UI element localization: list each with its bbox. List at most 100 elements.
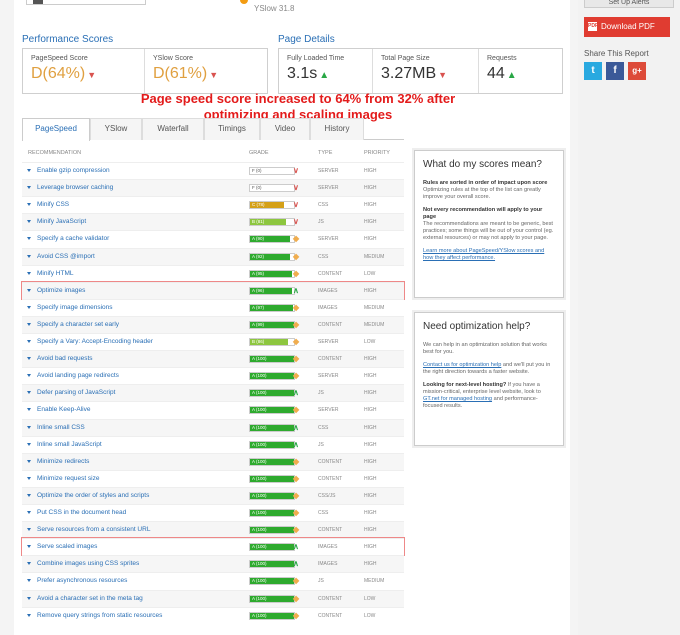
table-row[interactable]: Avoid landing page redirects A (100) ◆ SERV… [22,367,404,384]
expand-caret-icon[interactable] [27,305,31,309]
recommendation-name[interactable]: Avoid a character set in the meta tag [37,595,143,602]
table-row[interactable]: Leverage browser caching F (0) ∨ SERVER HIGH [22,179,404,197]
table-row[interactable]: Avoid a character set in the meta tag A (… [22,589,404,607]
recommendation-name[interactable]: Enable Keep-Alive [37,406,90,413]
recommendation-name[interactable]: Defer parsing of JavaScript [37,389,115,396]
table-row[interactable]: Prefer asynchronous resources A (100) ◆ JS M… [22,572,404,589]
expand-caret-icon[interactable] [27,288,31,292]
table-row[interactable]: Specify a character set early A (99) ◆ CONT… [22,315,404,333]
chevron-up-icon: ∧ [293,559,299,569]
expand-caret-icon[interactable] [27,237,31,241]
expand-caret-icon[interactable] [27,254,31,258]
set-up-alerts-button[interactable]: Set Up Alerts [584,0,674,8]
expand-caret-icon[interactable] [27,322,31,326]
expand-caret-icon[interactable] [27,493,31,497]
google-plus-icon[interactable]: g+ [628,62,646,80]
recommendation-name[interactable]: Optimize the order of styles and scripts [37,492,149,499]
tab-timings[interactable]: Timings [204,118,260,140]
expand-caret-icon[interactable] [27,545,31,549]
table-row[interactable]: Remove query strings from static resourc… [22,606,404,624]
recommendation-name[interactable]: Specify a cache validator [37,235,109,242]
table-row[interactable]: Minimize redirects A (100) ◆ CONTENT HIGH [22,452,404,470]
table-row[interactable]: Avoid CSS @import A (92) ◆ CSS MEDIUM [22,247,404,265]
expand-caret-icon[interactable] [27,425,31,429]
tab-video[interactable]: Video [260,118,310,140]
expand-caret-icon[interactable] [27,442,31,446]
download-pdf-button[interactable]: PDF Download PDF [584,17,670,37]
tab-history[interactable]: History [310,118,364,140]
expand-caret-icon[interactable] [27,613,31,617]
expand-caret-icon[interactable] [27,391,31,395]
recommendation-name[interactable]: Leverage browser caching [37,184,113,191]
facebook-icon[interactable]: f [606,62,624,80]
recommendation-name[interactable]: Specify a Vary: Accept-Encoding header [37,338,153,345]
expand-caret-icon[interactable] [27,186,31,190]
expand-caret-icon[interactable] [27,511,31,514]
expand-caret-icon[interactable] [27,476,31,480]
table-row[interactable]: Put CSS in the document head A (100) ◆ CSS H… [22,504,404,521]
expand-caret-icon[interactable] [27,374,31,378]
table-row[interactable]: Minify HTML A (95) ◆ CONTENT LOW [22,264,404,282]
recommendation-name[interactable]: Minify CSS [37,201,69,208]
expand-caret-icon[interactable] [27,528,31,532]
table-row[interactable]: Inline small JavaScript A (100) ∧ JS HIGH [22,435,404,453]
expand-caret-icon[interactable] [27,459,31,463]
recommendation-name[interactable]: Avoid landing page redirects [37,372,119,379]
expand-caret-icon[interactable] [27,408,31,412]
table-row[interactable]: Optimize the order of styles and scripts… [22,486,404,504]
table-row[interactable]: Minify CSS C (78) ∨ CSS HIGH [22,196,404,213]
table-row[interactable]: Combine images using CSS sprites A (100) ∧… [22,555,404,573]
expand-caret-icon[interactable] [27,562,31,566]
table-row[interactable]: Minify JavaScript B (81) ∨ JS HIGH [22,213,404,231]
table-row[interactable]: Enable Keep-Alive A (100) ◆ SERVER HIGH [22,401,404,418]
recommendation-name[interactable]: Specify image dimensions [37,304,113,311]
recommendation-name[interactable]: Inline small JavaScript [37,441,102,448]
recommendation-name[interactable]: Minify JavaScript [37,218,86,225]
table-row[interactable]: Avoid bad requests A (100) ◆ CONTENT HIGH [22,350,404,368]
grade-text: A (100) [252,475,267,481]
chevron-down-icon: ∨ [293,166,299,175]
recommendation-name[interactable]: Minimize request size [37,475,100,482]
tab-pagespeed[interactable]: PageSpeed [22,118,90,141]
recommendation-name[interactable]: Serve resources from a consistent URL [37,526,150,533]
recommendation-name[interactable]: Put CSS in the document head [37,509,126,516]
table-row[interactable]: Defer parsing of JavaScript A (100) ∧ JS HIG… [22,384,404,402]
diamond-icon: ◆ [293,405,300,415]
recommendation-name[interactable]: Avoid bad requests [37,355,93,362]
table-row[interactable]: Serve scaled images A (100) ∧ IMAGES HIGH [21,537,405,557]
table-row[interactable]: Specify a Vary: Accept-Encoding header B … [22,333,404,350]
expand-caret-icon[interactable] [27,203,31,207]
expand-caret-icon[interactable] [27,579,31,583]
recommendation-name[interactable]: Prefer asynchronous resources [37,577,127,584]
table-row[interactable]: Serve resources from a consistent URL A (… [22,521,404,539]
recommendation-name[interactable]: Enable gzip compression [37,167,110,174]
table-row[interactable]: Optimize images A (96) ∧ IMAGES HIGH [21,280,405,300]
recommendation-name[interactable]: Minimize redirects [37,458,89,465]
recommendation-name[interactable]: Specify a character set early [37,321,119,328]
contact-us-link[interactable]: Contact us for optimization help [423,362,501,368]
table-row[interactable]: Minimize request size A (100) ◆ CONTENT HIGH [22,469,404,487]
priority-cell: MEDIUM [364,578,385,585]
expand-caret-icon[interactable] [27,340,31,343]
recommendation-name[interactable]: Serve scaled images [37,543,97,550]
recommendation-name[interactable]: Remove query strings from static resourc… [37,612,162,619]
twitter-icon[interactable]: t [584,62,602,80]
table-row[interactable]: Specify a cache validator A (90) ◆ SERVER HI… [22,230,404,247]
expand-caret-icon[interactable] [27,357,31,361]
tab-waterfall[interactable]: Waterfall [142,118,204,140]
recommendation-name[interactable]: Avoid CSS @import [37,253,95,260]
recommendation-name[interactable]: Optimize images [37,287,85,294]
expand-caret-icon[interactable] [27,169,31,172]
table-row[interactable]: Inline small CSS A (100) ∧ CSS HIGH [22,418,404,436]
recommendation-name[interactable]: Minify HTML [37,270,73,277]
table-row[interactable]: Specify image dimensions A (97) ◆ IMAGES MED… [22,298,404,316]
learn-more-link[interactable]: Learn more about PageSpeed/YSlow scores … [423,248,544,261]
recommendation-name[interactable]: Combine images using CSS sprites [37,560,139,567]
expand-caret-icon[interactable] [27,220,31,224]
expand-caret-icon[interactable] [27,271,31,275]
recommendation-name[interactable]: Inline small CSS [37,424,85,431]
gt-net-link[interactable]: GT.net for managed hosting [423,396,492,402]
tab-yslow[interactable]: YSlow [90,118,142,140]
expand-caret-icon[interactable] [27,596,31,600]
table-row[interactable]: Enable gzip compression F (0) ∨ SERVER HIGH [22,162,404,179]
